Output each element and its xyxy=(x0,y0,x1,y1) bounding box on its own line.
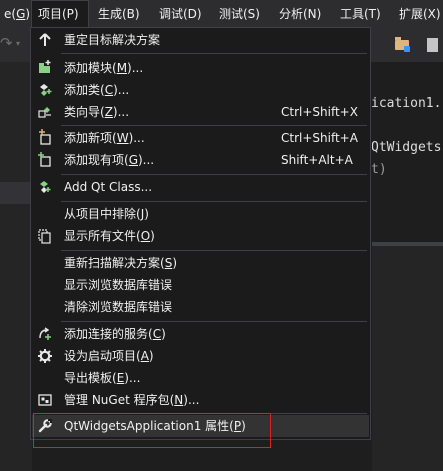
code-line-2: QtWidgets xyxy=(372,140,442,155)
code-editor[interactable]: ication1. QtWidgets t) xyxy=(372,62,443,471)
redo-icon[interactable]: ↷ xyxy=(0,34,13,52)
menu-separator xyxy=(61,53,367,54)
menu-separator xyxy=(61,250,367,251)
menu-separator xyxy=(61,321,367,322)
solution-explorer-panel xyxy=(0,62,32,471)
menu-item-clear-browse-db-errors[interactable]: 清除浏览数据库错误 xyxy=(32,296,369,318)
menu-item-label: 管理 NuGet 程序包(N)... xyxy=(64,393,200,407)
menu-item-label: 添加连接的服务(C) xyxy=(64,327,166,341)
menu-item-add-new-item[interactable]: 添加新项(W)... Ctrl+Shift+A xyxy=(32,127,369,149)
redo-dropdown-icon[interactable]: ▾ xyxy=(16,39,20,48)
menubar-analyze[interactable]: 分析(N) xyxy=(273,0,327,28)
menu-item-retarget-solution[interactable]: 重定目标解决方案 xyxy=(32,29,369,51)
folder-badge-icon xyxy=(404,46,410,52)
menu-separator xyxy=(61,201,367,202)
add-class-icon xyxy=(40,84,52,96)
menu-item-class-wizard[interactable]: 类向导(Z)... Ctrl+Shift+X xyxy=(32,101,369,123)
menu-item-show-all-files[interactable]: 显示所有文件(O) xyxy=(32,225,369,247)
menu-item-label: 添加类(C)... xyxy=(64,83,130,97)
menu-item-label: 显示所有文件(O) xyxy=(64,229,155,243)
menu-item-label: 添加新项(W)... xyxy=(64,131,145,145)
arrow-up-icon xyxy=(39,33,51,46)
menubar-tools[interactable]: 工具(T) xyxy=(334,0,387,28)
add-new-item-icon xyxy=(39,129,51,145)
menu-item-shortcut: Shift+Alt+A xyxy=(281,153,353,167)
menu-separator xyxy=(61,125,367,126)
qt-class-icon xyxy=(40,181,51,193)
menu-item-label: 添加现有项(G)... xyxy=(64,153,155,167)
menu-item-label: 类向导(Z)... xyxy=(64,105,130,119)
menu-separator xyxy=(61,174,367,175)
selected-tree-row[interactable] xyxy=(0,182,32,204)
code-line-1: ication1. xyxy=(372,96,442,111)
menu-item-label: 导出模板(E)... xyxy=(64,371,141,385)
show-all-files-icon xyxy=(38,229,51,244)
menu-item-manage-nuget[interactable]: 管理 NuGet 程序包(N)... xyxy=(32,389,369,411)
code-line-3: t) xyxy=(372,162,387,177)
menu-item-label: 重定目标解决方案 xyxy=(64,33,161,47)
project-menu-dropdown: 重定目标解决方案 添加模块(M)... 添加类(C)... 类向导(Z)... … xyxy=(30,27,371,440)
menu-item-add-qt-class[interactable]: Add Qt Class... xyxy=(32,176,369,198)
menubar-test[interactable]: 测试(S) xyxy=(213,0,266,28)
menu-item-add-connected-service[interactable]: 添加连接的服务(C) xyxy=(32,323,369,345)
menu-item-label: 从项目中排除(J) xyxy=(64,207,149,221)
menu-item-shortcut: Ctrl+Shift+A xyxy=(281,131,358,145)
gear-icon xyxy=(38,349,52,363)
menu-item-add-existing-item[interactable]: 添加现有项(G)... Shift+Alt+A xyxy=(32,149,369,171)
menu-item-label: 重新扫描解决方案(S) xyxy=(64,256,177,270)
class-wizard-icon xyxy=(38,107,51,118)
menu-item-label: 清除浏览数据库错误 xyxy=(64,300,173,314)
menu-item-label: 添加模块(M)... xyxy=(64,61,144,75)
menu-item-add-class[interactable]: 添加类(C)... xyxy=(32,79,369,101)
menu-item-export-template[interactable]: 导出模板(E)... xyxy=(32,367,369,389)
menubar-extensions[interactable]: 扩展(X) xyxy=(393,0,443,28)
menubar-build[interactable]: 生成(B) xyxy=(92,0,146,28)
menu-item-exclude-from-project[interactable]: 从项目中排除(J) xyxy=(32,203,369,225)
menu-item-shortcut: Ctrl+Shift+X xyxy=(281,105,358,119)
menu-item-label: Add Qt Class... xyxy=(64,180,153,194)
menu-item-add-module[interactable]: 添加模块(M)... xyxy=(32,57,369,79)
red-highlight-annotation xyxy=(33,413,271,448)
document-icon[interactable] xyxy=(427,38,438,52)
menu-item-rescan-solution[interactable]: 重新扫描解决方案(S) xyxy=(32,252,369,274)
connected-service-icon xyxy=(39,327,51,340)
menu-item-set-startup-project[interactable]: 设为启动项目(A) xyxy=(32,345,369,367)
menu-item-label: 显示浏览数据库错误 xyxy=(64,278,173,292)
menubar-project[interactable]: 项目(P) xyxy=(31,0,89,28)
menu-item-label: 设为启动项目(A) xyxy=(64,349,154,363)
add-existing-item-icon xyxy=(38,152,51,167)
output-panel xyxy=(372,246,443,471)
nuget-icon xyxy=(38,394,52,406)
add-module-icon xyxy=(39,60,51,73)
menubar-debug[interactable]: 调试(D) xyxy=(153,0,208,28)
menubar: e(G) 项目(P) 生成(B) 调试(D) 测试(S) 分析(N) 工具(T)… xyxy=(0,0,443,28)
menu-item-show-browse-db-errors[interactable]: 显示浏览数据库错误 xyxy=(32,274,369,296)
